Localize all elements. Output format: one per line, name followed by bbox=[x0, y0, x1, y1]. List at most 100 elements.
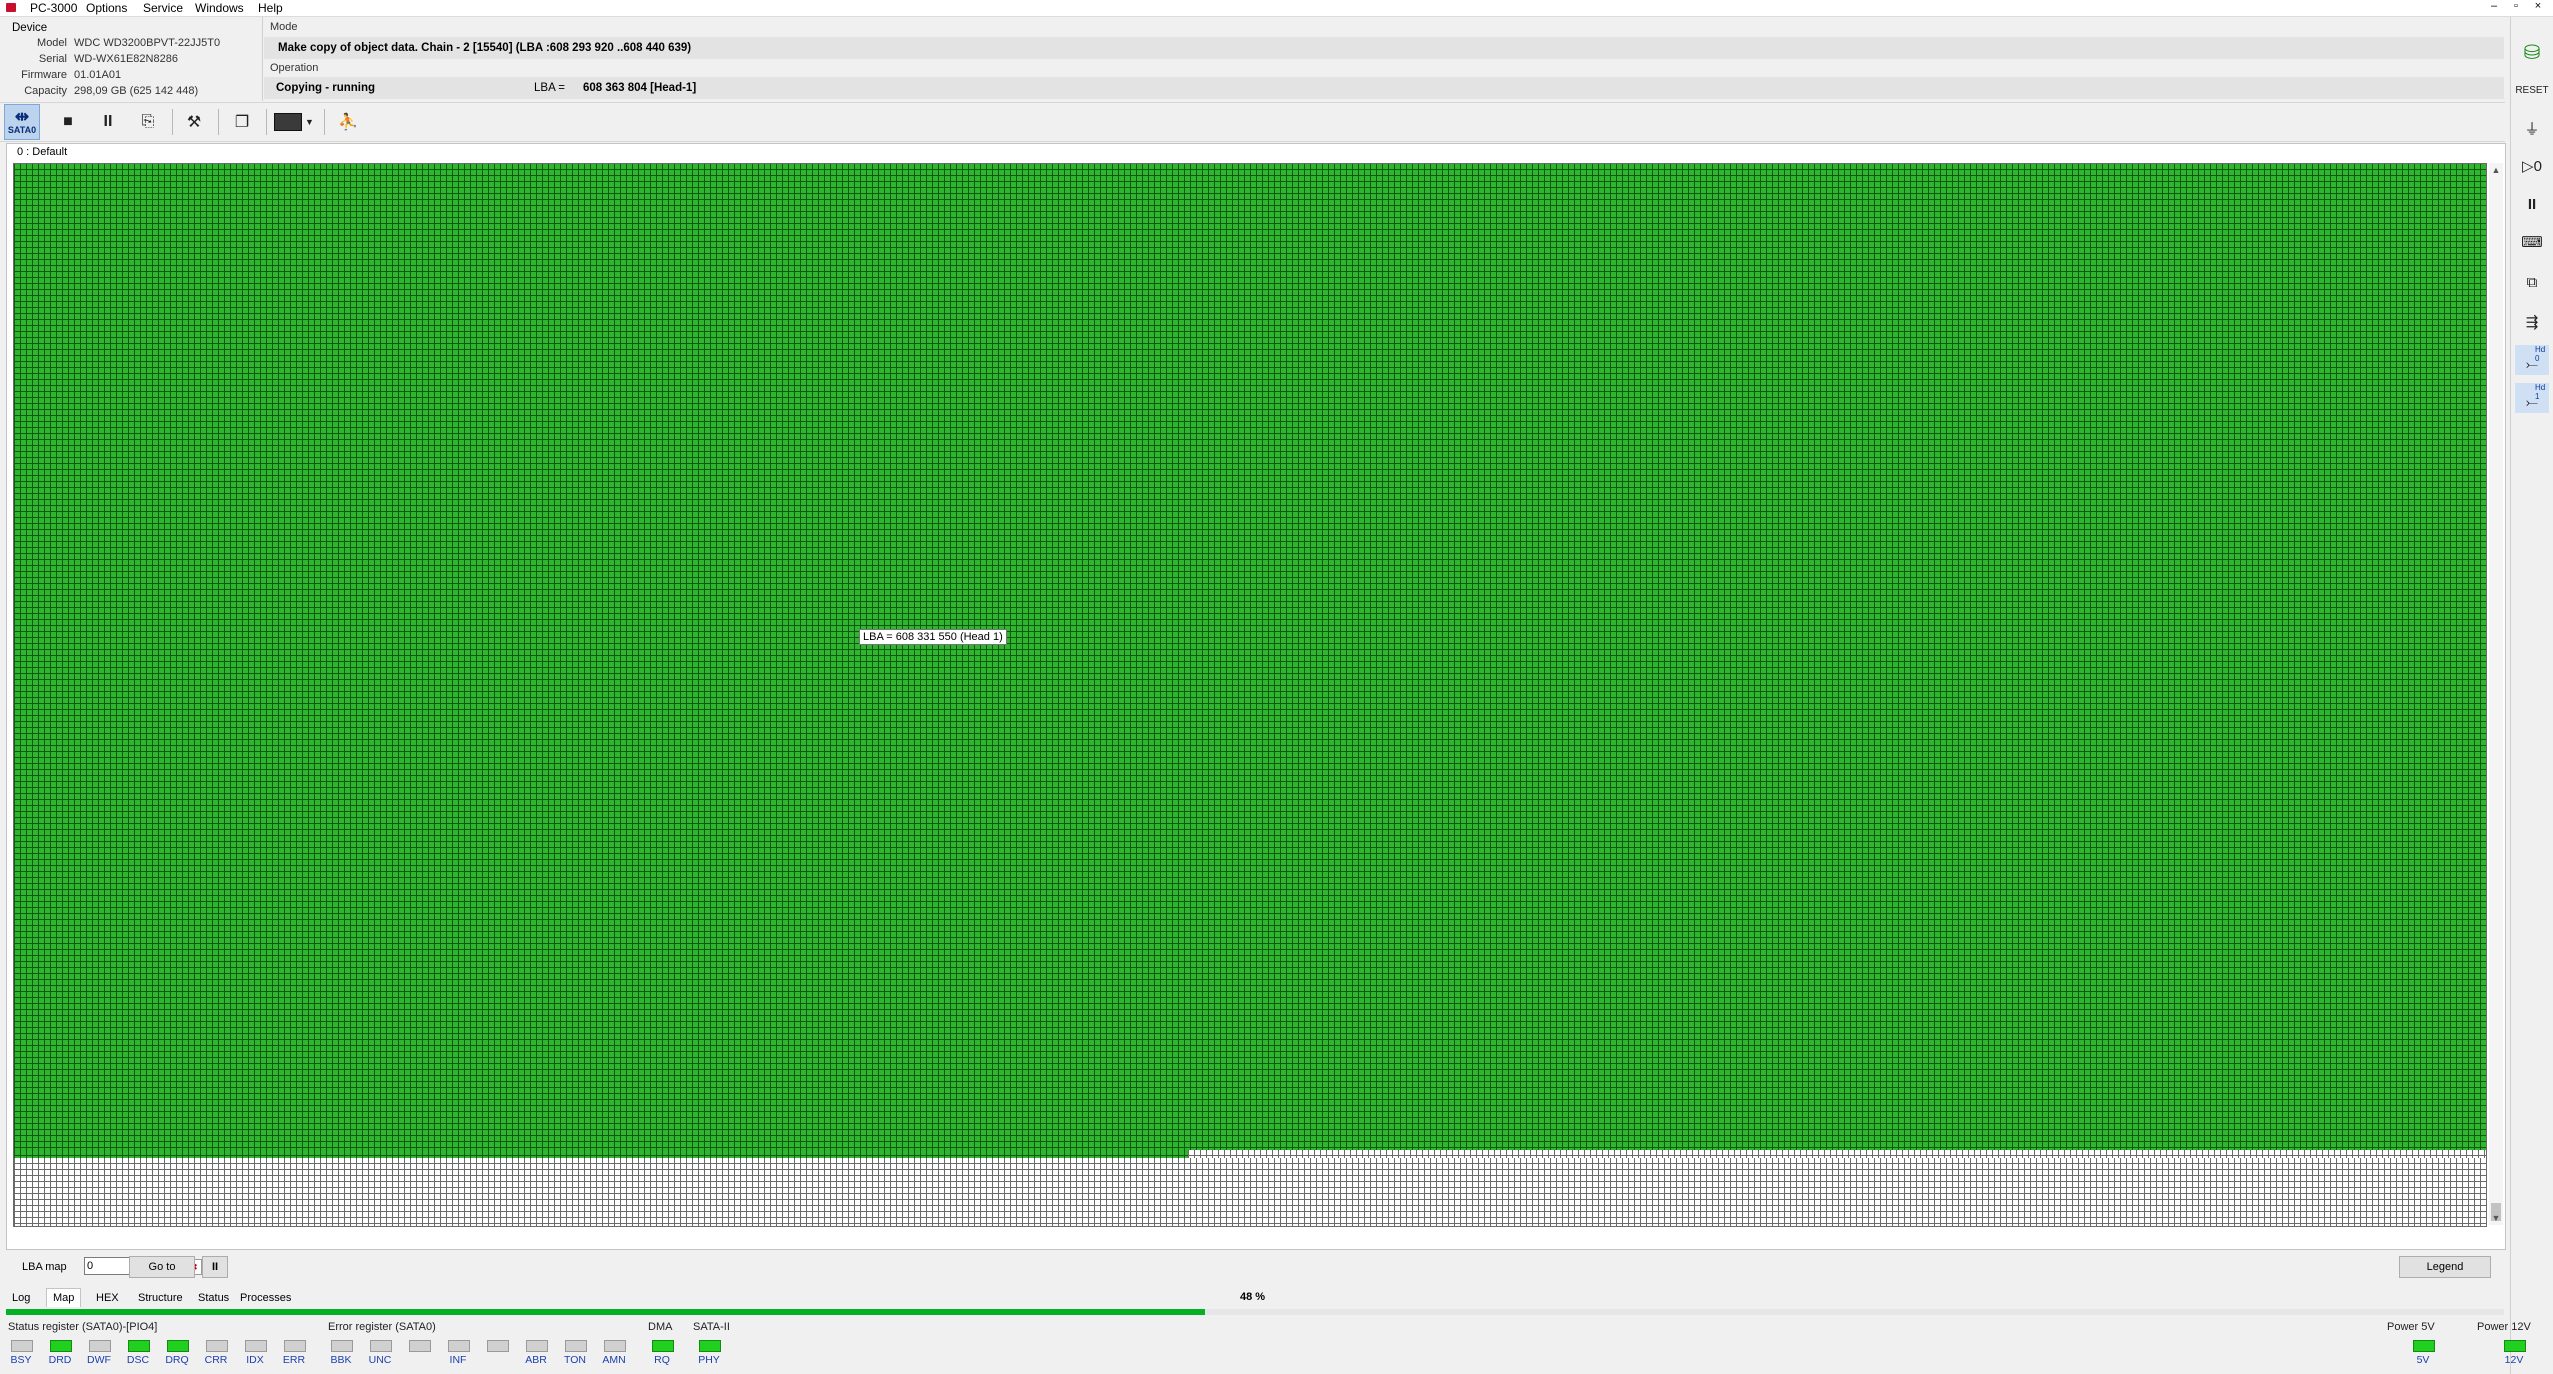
tab-structure[interactable]: Structure bbox=[132, 1289, 189, 1307]
error-led bbox=[565, 1340, 587, 1352]
status-led bbox=[167, 1340, 189, 1352]
error-register-title: Error register (SATA0) bbox=[328, 1321, 436, 1333]
tab-log[interactable]: Log bbox=[6, 1289, 36, 1307]
sata2-title: SATA-II bbox=[693, 1321, 730, 1333]
legend-button[interactable]: Legend bbox=[2399, 1256, 2491, 1278]
pause-button[interactable]: II bbox=[92, 106, 124, 138]
power12-led-label: 12V bbox=[2504, 1354, 2524, 1366]
operation-header: Operation bbox=[270, 62, 319, 74]
app-logo-icon bbox=[6, 3, 16, 12]
menu-windows[interactable]: Windows bbox=[195, 1, 244, 15]
zero-button[interactable]: ▷0 bbox=[2515, 151, 2549, 181]
completed-blocks bbox=[14, 164, 2486, 1150]
status-led bbox=[206, 1340, 228, 1352]
signal-icon: ⏚ bbox=[2524, 120, 2540, 138]
lba-value: 608 363 804 [Head-1] bbox=[583, 82, 697, 94]
pause-side-button[interactable]: II bbox=[2515, 189, 2549, 219]
sata0-port-button[interactable]: ⇹ SATA0 bbox=[4, 104, 40, 140]
error-led bbox=[370, 1340, 392, 1352]
toolbar-separator bbox=[266, 109, 267, 135]
power12-led bbox=[2504, 1340, 2526, 1352]
status-led bbox=[11, 1340, 33, 1352]
error-led bbox=[331, 1340, 353, 1352]
head0-button[interactable]: Hd 0 ⤚ bbox=[2515, 345, 2549, 375]
progress-fill bbox=[6, 1309, 1206, 1315]
windows-button[interactable]: ❐ bbox=[226, 106, 258, 138]
right-toolbar: ⛁ RESET ⏚ ▷0 II ⌨ ⧉ ⇶ Hd 0 ⤚ Hd 1 ⤚ bbox=[2510, 17, 2553, 1374]
status-led bbox=[89, 1340, 111, 1352]
status-led-label: ERR bbox=[282, 1354, 306, 1366]
tab-processes[interactable]: Processes bbox=[234, 1289, 297, 1307]
map-scrollbar[interactable]: ▲ ▼ bbox=[2489, 163, 2503, 1225]
lba-block-grid[interactable] bbox=[13, 163, 2487, 1227]
status-register-title: Status register (SATA0)-[PIO4] bbox=[8, 1321, 158, 1333]
menu-service[interactable]: Service bbox=[143, 1, 183, 15]
mode-text: Make copy of object data. Chain - 2 [155… bbox=[278, 42, 692, 54]
sata0-label: SATA0 bbox=[7, 125, 37, 135]
run-icon: ⛹ bbox=[338, 114, 358, 131]
signal-button[interactable]: ⏚ bbox=[2515, 113, 2549, 143]
model-label: Model bbox=[37, 37, 67, 49]
export-icon: ⎘ bbox=[141, 113, 155, 130]
scroll-up-icon[interactable]: ▲ bbox=[2489, 163, 2503, 177]
reset-button[interactable]: RESET bbox=[2515, 75, 2549, 105]
goto-button[interactable]: Go to bbox=[129, 1256, 195, 1278]
toolbar: ⇹ SATA0 ■ II ⎘ ⚒ ❐ ▼ ⛹ bbox=[0, 102, 2505, 142]
minimize-icon[interactable]: – bbox=[2483, 0, 2505, 12]
run-button[interactable]: ⛹ bbox=[332, 106, 364, 138]
port-icon: ⇹ bbox=[14, 107, 30, 126]
pending-blocks-partial-row bbox=[1188, 1150, 2486, 1158]
status-led-label: IDX bbox=[246, 1354, 264, 1366]
map-pause-button[interactable]: II bbox=[202, 1256, 228, 1278]
status-led-label: DRQ bbox=[165, 1354, 189, 1366]
lba-map-controls: LBA map ✖ Go to II Legend bbox=[6, 1250, 2504, 1286]
error-led-label: UNC bbox=[368, 1354, 392, 1366]
tools-button[interactable]: ⚒ bbox=[178, 106, 210, 138]
scroll-down-icon[interactable]: ▼ bbox=[2489, 1211, 2503, 1225]
restore-icon[interactable]: ▫ bbox=[2505, 0, 2527, 12]
tab-hex[interactable]: HEX bbox=[90, 1289, 125, 1307]
register-panel: Status register (SATA0)-[PIO4] BSY DRD DWF… bbox=[0, 1318, 2553, 1374]
lba-label: LBA = bbox=[534, 82, 566, 94]
status-led bbox=[50, 1340, 72, 1352]
operation-band: Copying - running LBA = 608 363 804 [Hea… bbox=[264, 77, 2504, 99]
stop-button[interactable]: ■ bbox=[52, 106, 84, 138]
reader-button[interactable]: ⌨ bbox=[2515, 227, 2549, 257]
connector-icon: ⇶ bbox=[2525, 314, 2539, 331]
dma-title: DMA bbox=[648, 1321, 673, 1333]
lba-tooltip: LBA = 608 331 550 (Head 1) bbox=[859, 629, 1007, 645]
error-led bbox=[409, 1340, 431, 1352]
drive-dropdown-button[interactable]: ▼ bbox=[272, 106, 316, 138]
device-capacity-row: Capacity 298,09 GB (625 142 448) bbox=[0, 85, 262, 100]
pending-blocks bbox=[14, 1158, 2486, 1226]
copy-close-button[interactable]: ⧉ bbox=[2515, 267, 2549, 297]
head1-button[interactable]: Hd 1 ⤚ bbox=[2515, 383, 2549, 413]
lba-map-label: LBA map bbox=[22, 1261, 67, 1273]
stop-icon: ■ bbox=[63, 113, 73, 130]
error-led bbox=[526, 1340, 548, 1352]
menu-bar: PC-3000 Options Service Windows Help – ▫ × bbox=[0, 0, 2553, 17]
tab-map[interactable]: Map bbox=[46, 1288, 82, 1307]
menu-options[interactable]: Options bbox=[86, 1, 127, 15]
lba-map-panel: 0 : Default ▲ ▼ LBA = 608 331 550 (Head … bbox=[6, 143, 2506, 1250]
power5-led bbox=[2413, 1340, 2435, 1352]
toolbar-separator bbox=[172, 109, 173, 135]
status-led bbox=[284, 1340, 306, 1352]
menu-help[interactable]: Help bbox=[258, 1, 283, 15]
close-icon[interactable]: × bbox=[2527, 0, 2549, 12]
pause-icon: II bbox=[103, 113, 113, 130]
device-panel: Device Model WDC WD3200BPVT-22JJ5T0 Seri… bbox=[0, 17, 263, 101]
map-title: 0 : Default bbox=[17, 146, 68, 158]
error-led-label: AMN bbox=[602, 1354, 626, 1366]
sata2-led-label: PHY bbox=[698, 1354, 720, 1366]
status-led-label: DRD bbox=[48, 1354, 72, 1366]
power-button[interactable]: ⛁ bbox=[2515, 37, 2549, 67]
toolbar-separator bbox=[218, 109, 219, 135]
toolbar-separator bbox=[324, 109, 325, 135]
tab-status[interactable]: Status bbox=[192, 1289, 235, 1307]
connector-button[interactable]: ⇶ bbox=[2515, 307, 2549, 337]
power-drive-icon: ⛁ bbox=[2523, 41, 2541, 64]
mode-band: Make copy of object data. Chain - 2 [155… bbox=[264, 37, 2504, 59]
status-led-label: DWF bbox=[87, 1354, 111, 1366]
export-button[interactable]: ⎘ bbox=[132, 106, 164, 138]
